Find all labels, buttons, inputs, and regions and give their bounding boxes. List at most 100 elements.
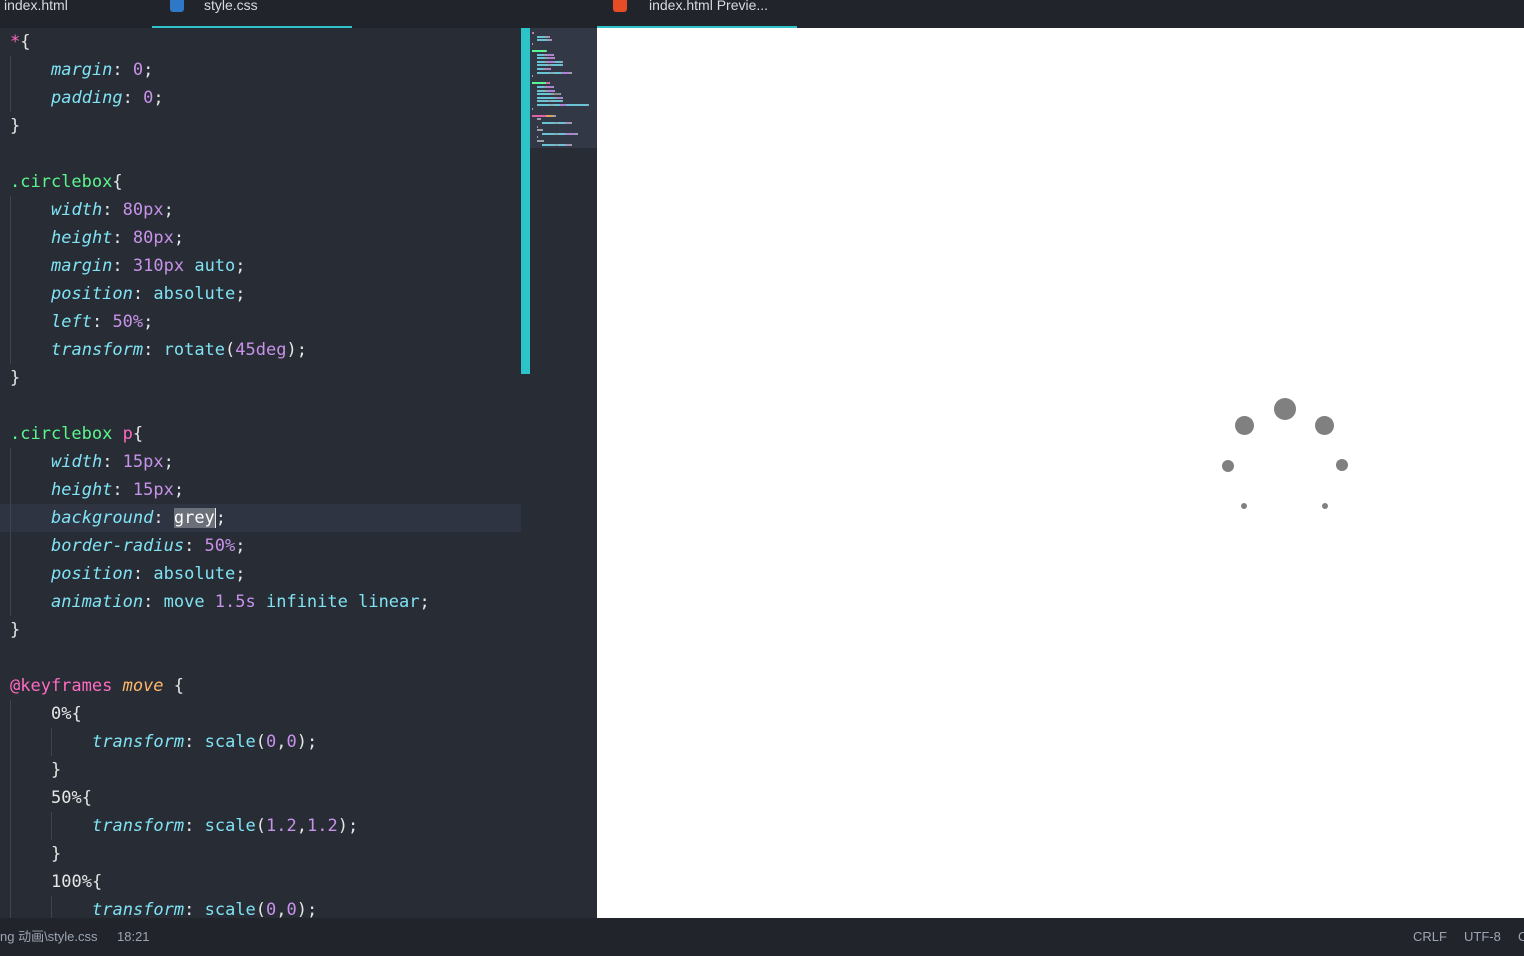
indent-guide	[10, 840, 11, 868]
code-line[interactable]: .circlebox{	[0, 168, 521, 196]
code-area[interactable]: *{margin: 0; padding: 0;} .circlebox{width…	[0, 28, 521, 918]
code-text: height: 15px;	[51, 476, 184, 504]
indent-guide	[10, 728, 11, 756]
encoding[interactable]: UTF-8	[1464, 918, 1501, 956]
code-line[interactable]: 100%{	[0, 868, 521, 896]
code-line[interactable]: 0%{	[0, 700, 521, 728]
minimap[interactable]	[521, 28, 597, 918]
code-line[interactable]: }	[0, 364, 521, 392]
code-text: 50%{	[51, 784, 92, 812]
minimap-line	[551, 100, 562, 103]
minimap-line	[537, 96, 555, 99]
code-token: :	[132, 564, 154, 584]
code-line[interactable]: }	[0, 840, 521, 868]
minimap-line	[537, 125, 538, 128]
code-token: 0	[266, 732, 277, 752]
minimap-line	[537, 64, 548, 67]
minimap-line	[560, 93, 561, 96]
code-line[interactable]: @keyframes move {	[0, 672, 521, 700]
indent-guide	[10, 896, 11, 918]
code-line[interactable]: background: grey;	[0, 504, 521, 532]
minimap-line	[533, 32, 534, 34]
file-path[interactable]: ng 动画\style.css	[0, 918, 98, 956]
minimap-line	[554, 89, 555, 92]
minimap-line	[569, 122, 572, 124]
code-token: ;	[235, 256, 246, 276]
code-line[interactable]: left: 50%;	[0, 308, 521, 336]
indent-guide	[10, 252, 11, 280]
tab-label: style.css	[204, 0, 258, 13]
code-line[interactable]: height: 15px;	[0, 476, 521, 504]
minimap-line	[546, 50, 547, 52]
code-line[interactable]: animation: move 1.5s infinite linear;	[0, 588, 521, 616]
line-ending[interactable]: CRLF	[1413, 918, 1447, 956]
code-line[interactable]: }	[0, 756, 521, 784]
minimap-line	[542, 132, 555, 135]
code-line[interactable]: border-radius: 50%;	[0, 532, 521, 560]
code-token: :	[112, 60, 133, 80]
indent-guide	[10, 560, 11, 588]
code-token: transform	[51, 340, 144, 360]
tab-style-css[interactable]: style.css	[152, 0, 352, 28]
code-line[interactable]: width: 80px;	[0, 196, 521, 224]
code-text: animation: move 1.5s infinite linear;	[51, 588, 430, 616]
code-line[interactable]: .circlebox p{	[0, 420, 521, 448]
code-text: transform: scale(0,0);	[92, 728, 317, 756]
code-token: p	[112, 424, 133, 444]
code-line[interactable]: transform: scale(1.2,1.2);	[0, 812, 521, 840]
minimap-line	[553, 53, 554, 56]
code-line[interactable]	[0, 140, 521, 168]
code-token: 1.2	[307, 816, 338, 836]
code-line[interactable]: width: 15px;	[0, 448, 521, 476]
code-line[interactable]: 50%{	[0, 784, 521, 812]
code-editor[interactable]: *{margin: 0; padding: 0;} .circlebox{width…	[0, 28, 597, 918]
code-text: *{	[10, 28, 31, 56]
code-line[interactable]: margin: 0;	[0, 56, 521, 84]
code-token: }	[51, 760, 62, 780]
grammar-indicator[interactable]: C	[1518, 918, 1524, 956]
code-line[interactable]: position: absolute;	[0, 560, 521, 588]
code-token: ;	[163, 200, 174, 220]
code-line[interactable]: }	[0, 616, 521, 644]
code-token: 0%{	[51, 704, 82, 724]
code-line[interactable]	[0, 644, 521, 672]
code-line[interactable]: }	[0, 112, 521, 140]
code-line[interactable]: *{	[0, 28, 521, 56]
code-token: transform	[92, 816, 185, 836]
code-token: auto	[184, 256, 236, 276]
code-token: transform	[92, 732, 185, 752]
code-token: border-radius	[51, 536, 185, 556]
minimap-line	[553, 114, 556, 117]
code-token: ;	[173, 480, 185, 500]
cursor-position[interactable]: 18:21	[117, 918, 150, 956]
code-text: width: 15px;	[51, 448, 174, 476]
code-token: 80px	[122, 200, 164, 220]
minimap-line	[553, 104, 560, 106]
code-token: :	[122, 88, 144, 108]
code-line[interactable]: transform: scale(0,0);	[0, 896, 521, 918]
loader-dot	[1241, 503, 1247, 509]
code-token: @keyframes	[10, 676, 113, 696]
code-line[interactable]: transform: scale(0,0);	[0, 728, 521, 756]
tab-preview[interactable]: index.html Previe...	[597, 0, 797, 28]
minimap-line	[549, 82, 550, 85]
code-text: margin: 310px auto;	[51, 252, 246, 280]
code-token: absolute	[153, 564, 236, 584]
tab-index-html[interactable]: index.html	[4, 0, 144, 28]
code-line[interactable]: position: absolute;	[0, 280, 521, 308]
text-selection: grey	[173, 508, 215, 528]
code-line[interactable]: height: 80px;	[0, 224, 521, 252]
minimap-line	[551, 39, 552, 42]
code-line[interactable]	[0, 392, 521, 420]
code-line[interactable]: padding: 0;	[0, 84, 521, 112]
code-token: animation	[51, 592, 144, 612]
code-line[interactable]: margin: 310px auto;	[0, 252, 521, 280]
indent-guide	[10, 336, 11, 364]
code-line[interactable]: transform: rotate(45deg);	[0, 336, 521, 364]
indent-guide	[51, 896, 52, 918]
scrollbar-thumb[interactable]	[521, 28, 530, 374]
code-text: position: absolute;	[51, 280, 246, 308]
minimap-line	[532, 82, 546, 85]
code-token: scale	[204, 732, 256, 752]
code-token: ;	[163, 452, 174, 472]
